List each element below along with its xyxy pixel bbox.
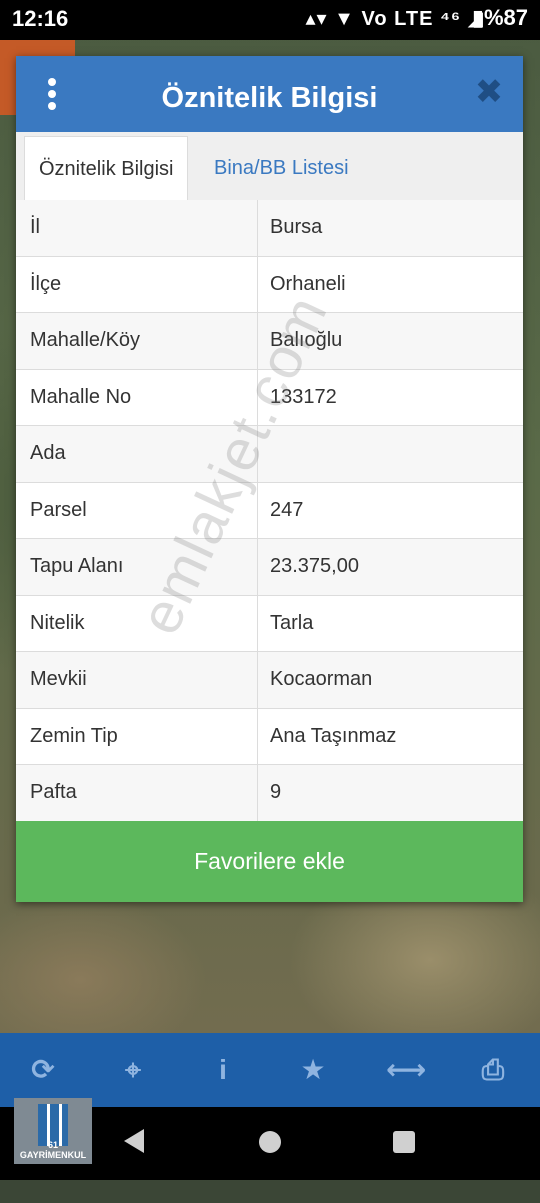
table-row: Tapu Alanı 23.375,00 [16, 539, 523, 596]
table-row: İl Bursa [16, 200, 523, 257]
status-bar: 12:16 ▴▾ ▼ Vo LTE ⁴⁶ ◢ ▮%87 [0, 0, 540, 40]
row-key: Parsel [30, 498, 87, 521]
attribute-table: İl Bursa İlçe Orhaneli Mahalle/Köy Balıoğlu… [16, 200, 523, 822]
brand-logo: 61 GAYRİMENKUL [14, 1098, 92, 1164]
print-icon[interactable]: ⎙ [476, 1053, 510, 1087]
add-favorite-button[interactable]: Favorilere ekle [16, 821, 523, 902]
close-icon[interactable]: ✖ [471, 74, 507, 110]
star-icon[interactable]: ★ [296, 1053, 330, 1087]
battery-indicator: ▮%87 [471, 5, 528, 30]
row-key: İl [30, 216, 40, 238]
row-key: Pafta [30, 781, 77, 803]
row-value: 133172 [270, 385, 337, 408]
row-value: 23.375,00 [270, 555, 359, 577]
refresh-icon[interactable]: ⟳ [26, 1053, 60, 1087]
attribute-dialog: Öznitelik Bilgisi ✖ Öznitelik Bilgisi Bi… [16, 56, 523, 902]
row-key: İlçe [30, 272, 62, 295]
row-value: Ana Taşınmaz [270, 724, 397, 747]
row-value: 9 [270, 781, 282, 803]
recent-apps-icon[interactable] [393, 1131, 415, 1153]
row-value: Kocaorman [270, 668, 373, 690]
table-row: Mahalle/Köy Balıoğlu [16, 313, 523, 370]
table-row: Pafta 9 [16, 765, 523, 822]
row-value: Tarla [270, 611, 314, 634]
row-key: Mahalle No [30, 385, 132, 408]
tab-attribute-info[interactable]: Öznitelik Bilgisi [24, 136, 189, 201]
row-value: 247 [270, 498, 304, 521]
table-row: Mevkii Kocaorman [16, 652, 523, 709]
row-key: Mahalle/Köy [30, 329, 141, 351]
table-row: İlçe Orhaneli [16, 256, 523, 313]
home-icon[interactable] [259, 1131, 281, 1153]
row-key: Ada [30, 442, 66, 464]
table-row: Zemin Tip Ana Taşınmaz [16, 708, 523, 765]
back-icon[interactable] [124, 1129, 144, 1153]
locate-icon[interactable]: ⌖ [116, 1053, 150, 1087]
bottom-toolbar: ⟳ ⌖ i ★ ⟷ ⎙ [0, 1033, 540, 1107]
row-value: Orhaneli [270, 272, 346, 295]
tab-building-list[interactable]: Bina/BB Listesi [200, 136, 363, 200]
row-key: Zemin Tip [30, 724, 118, 747]
row-key: Mevkii [30, 668, 87, 690]
table-row: Parsel 247 [16, 482, 523, 539]
status-time: 12:16 [12, 6, 69, 31]
table-row: Mahalle No 133172 [16, 369, 523, 426]
dialog-header: Öznitelik Bilgisi ✖ [16, 56, 523, 132]
info-icon[interactable]: i [206, 1053, 240, 1087]
signal-icons: ▴▾ ▼ Vo LTE ⁴⁶ ◢ [305, 8, 484, 30]
row-key: Tapu Alanı [30, 555, 124, 577]
row-value: Balıoğlu [270, 329, 343, 351]
column-divider [257, 200, 258, 821]
logo-text: 61 GAYRİMENKUL [19, 1140, 87, 1160]
dialog-title: Öznitelik Bilgisi [161, 82, 378, 114]
table-row: Ada [16, 426, 523, 483]
row-value: Bursa [270, 216, 323, 238]
measure-icon[interactable]: ⟷ [386, 1053, 426, 1087]
row-key: Nitelik [30, 611, 85, 634]
table-row: Nitelik Tarla [16, 595, 523, 652]
tab-bar: Öznitelik Bilgisi Bina/BB Listesi [16, 132, 523, 201]
